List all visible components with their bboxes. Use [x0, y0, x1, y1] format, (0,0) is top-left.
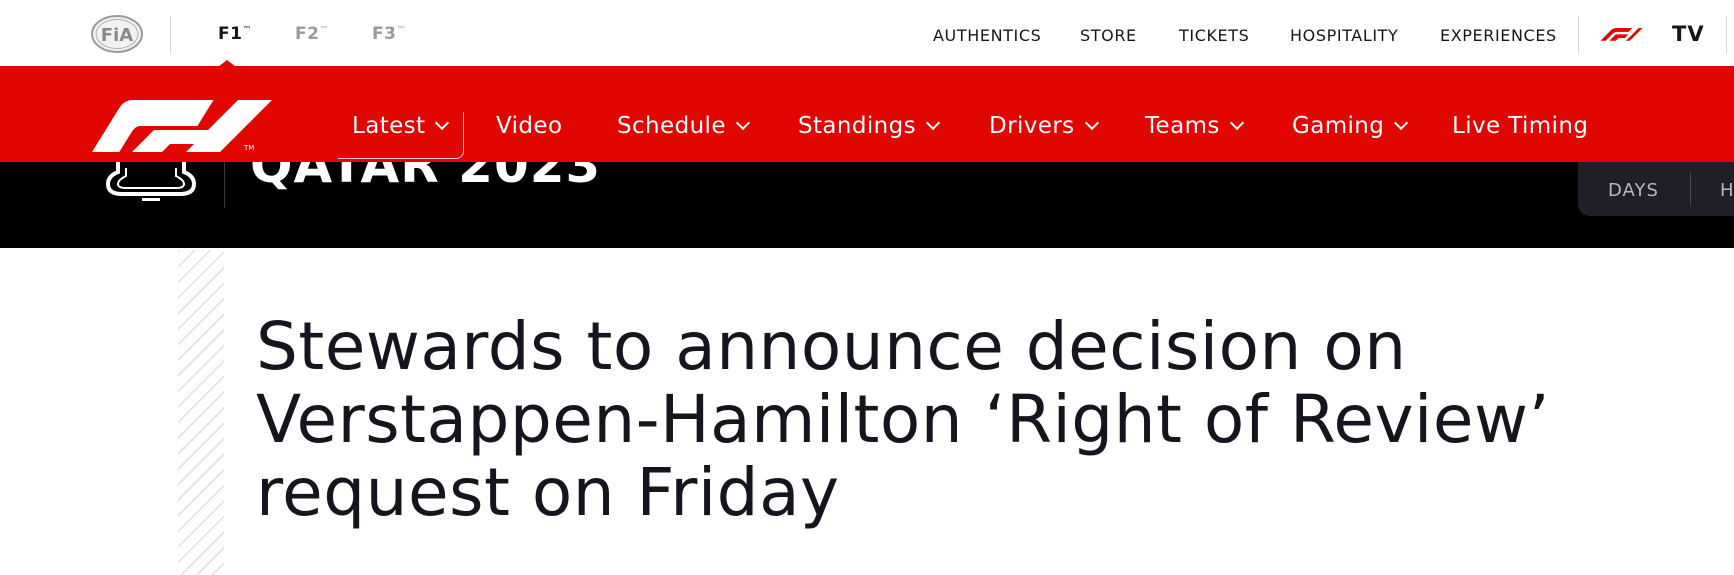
link-authentics[interactable]: AUTHENTICS: [933, 26, 1041, 45]
link-hospitality[interactable]: HOSPITALITY: [1290, 26, 1398, 45]
topbar-divider: [1726, 16, 1727, 54]
nav-drivers[interactable]: Drivers: [989, 113, 1099, 139]
nav-teams[interactable]: Teams: [1145, 113, 1244, 139]
decorative-hatch-pattern: [178, 250, 224, 575]
nav-schedule[interactable]: Schedule: [617, 113, 750, 139]
countdown-days-label: DAYS: [1608, 180, 1659, 201]
series-label: F3: [372, 24, 397, 44]
f1-logo-small-icon: [1600, 28, 1643, 41]
trademark-mark: ™: [242, 25, 252, 36]
chevron-down-icon: [435, 115, 450, 131]
nav-gaming[interactable]: Gaming: [1292, 113, 1409, 139]
trademark-mark: ™: [396, 25, 406, 36]
nav-standings[interactable]: Standings: [798, 113, 941, 139]
countdown-panel: DAYS H: [1578, 162, 1734, 216]
chevron-down-icon: [925, 115, 941, 131]
nav-live-timing[interactable]: Live Timing: [1452, 113, 1588, 139]
nav-label: Schedule: [617, 113, 726, 139]
race-trophy-icon: [105, 162, 197, 201]
nav-latest[interactable]: Latest: [352, 113, 450, 139]
svg-text:TM: TM: [243, 144, 254, 152]
race-divider: [224, 162, 225, 208]
nav-label: Standings: [798, 113, 917, 139]
series-link-f1[interactable]: F1™: [218, 24, 252, 44]
link-experiences[interactable]: EXPERIENCES: [1440, 26, 1557, 45]
nav-video[interactable]: Video: [496, 113, 562, 139]
link-store[interactable]: STORE: [1080, 26, 1137, 45]
article-headline: Stewards to announce decision on Verstap…: [256, 308, 1550, 531]
topbar-divider: [1578, 16, 1579, 54]
f1-logo[interactable]: TM: [92, 100, 288, 152]
top-utility-bar: FiA F1™ F2™ F3™ AUTHENTICS STORE TICKETS…: [0, 0, 1734, 67]
nav-label: Drivers: [989, 113, 1075, 139]
link-tickets[interactable]: TICKETS: [1179, 26, 1249, 45]
svg-text:FiA: FiA: [101, 25, 133, 46]
series-link-f2[interactable]: F2™: [295, 24, 329, 44]
countdown-hours-label: H: [1720, 180, 1734, 201]
nav-label: Gaming: [1292, 113, 1385, 139]
fia-logo[interactable]: FiA: [90, 14, 144, 54]
series-label: F1: [218, 24, 243, 44]
chevron-down-icon: [1084, 115, 1099, 131]
countdown-divider: [1690, 172, 1691, 206]
nav-label: Live Timing: [1452, 113, 1589, 139]
nav-label: Video: [496, 113, 563, 139]
topbar-divider: [170, 16, 171, 54]
f1tv-label: TV: [1672, 22, 1705, 46]
series-label: F2: [295, 24, 320, 44]
race-title: QATAR 2023: [250, 162, 602, 194]
nav-label: Teams: [1145, 113, 1220, 139]
chevron-down-icon: [735, 115, 750, 131]
nav-label: Latest: [352, 113, 426, 139]
trademark-mark: ™: [319, 25, 329, 36]
series-link-f3[interactable]: F3™: [372, 24, 406, 44]
chevron-down-icon: [1229, 115, 1244, 131]
chevron-down-icon: [1394, 115, 1409, 131]
race-banner[interactable]: QATAR 2023 DAYS H: [0, 162, 1734, 248]
